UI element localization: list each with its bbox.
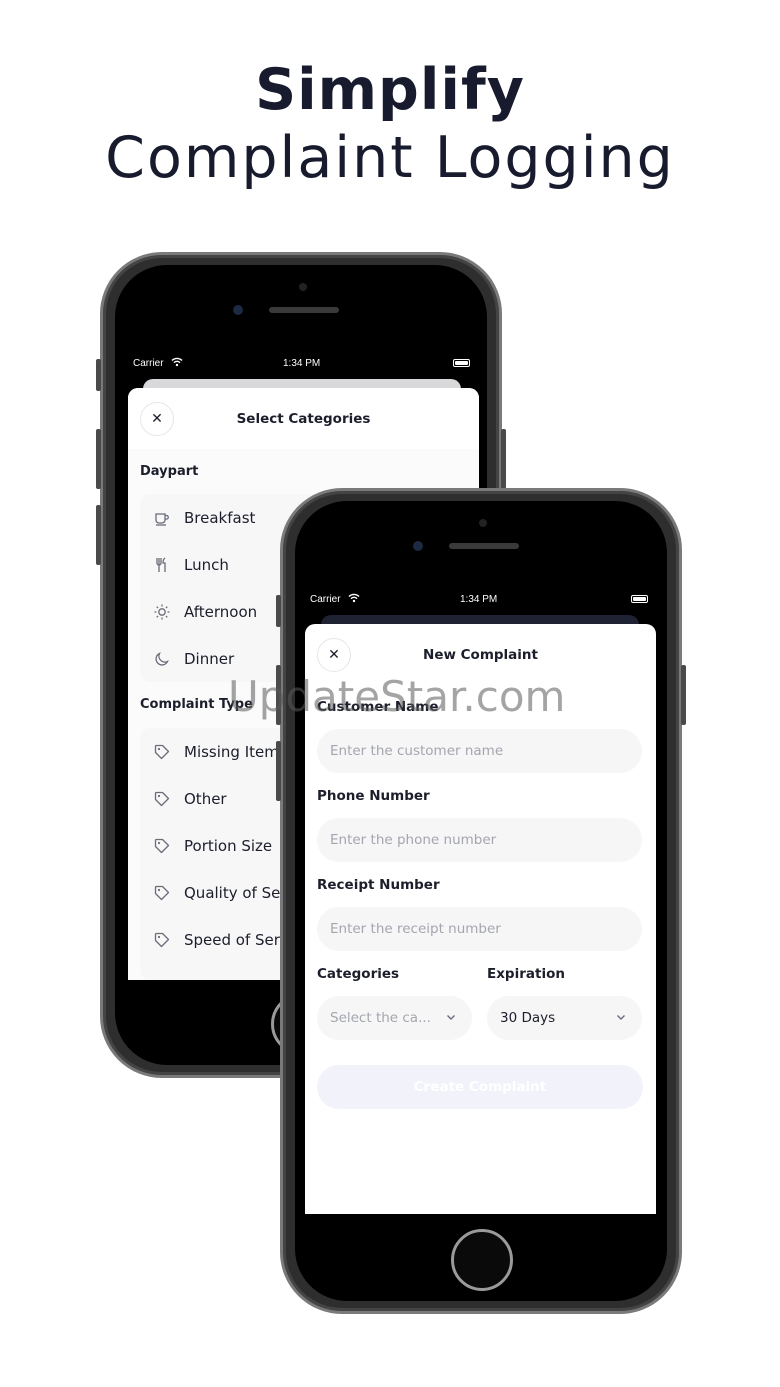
expiration-label: Expiration: [487, 966, 565, 982]
chevron-down-icon: [617, 1015, 625, 1020]
sun-icon: [152, 602, 172, 622]
status-time: 1:34 PM: [283, 358, 321, 369]
status-carrier: Carrier: [133, 358, 164, 369]
proximity-sensor: [233, 305, 243, 315]
proximity-sensor: [413, 541, 423, 551]
complaint-type-label-text: Other: [184, 789, 227, 808]
daypart-item-lunch[interactable]: Lunch: [140, 541, 229, 588]
front-phone-bezel: Carrier 1:34 PM ✕ New Complaint Customer…: [295, 501, 667, 1301]
daypart-item-dinner[interactable]: Dinner: [140, 635, 234, 682]
phone-number-input[interactable]: [317, 818, 642, 862]
volume-down-button: [96, 505, 101, 565]
front-phone: Carrier 1:34 PM ✕ New Complaint Customer…: [276, 488, 686, 1314]
mute-switch: [276, 595, 281, 627]
create-complaint-button[interactable]: Create Complaint: [317, 1065, 643, 1109]
headline: Simplify Complaint Logging: [0, 58, 780, 194]
status-carrier: Carrier: [310, 594, 341, 605]
headline-line-1: Simplify: [255, 57, 525, 123]
receipt-number-label: Receipt Number: [317, 877, 440, 893]
tag-icon: [152, 742, 172, 762]
chevron-down-icon: [447, 1015, 455, 1020]
complaint-type-label-text: Portion Size: [184, 836, 273, 855]
categories-select[interactable]: Select the ca...: [317, 996, 472, 1040]
complaint-type-label-text: Missing Item: [184, 742, 279, 761]
battery-icon: [631, 595, 648, 603]
front-camera: [479, 519, 487, 527]
earpiece: [269, 307, 339, 313]
customer-name-input[interactable]: [317, 729, 642, 773]
complaint-type-other[interactable]: Other: [140, 775, 227, 822]
phone-number-label: Phone Number: [317, 788, 430, 804]
daypart-item-label: Dinner: [184, 649, 235, 668]
daypart-item-label: Lunch: [184, 555, 229, 574]
headline-line-2: Complaint Logging: [105, 125, 675, 191]
power-button: [501, 429, 506, 489]
daypart-item-afternoon[interactable]: Afternoon: [140, 588, 257, 635]
moon-icon: [152, 649, 172, 669]
tag-icon: [152, 883, 172, 903]
tag-icon: [152, 836, 172, 856]
daypart-item-label: Afternoon: [184, 602, 258, 621]
daypart-label: Daypart: [140, 464, 199, 479]
wifi-icon: [171, 357, 183, 367]
battery-icon: [453, 359, 470, 367]
earpiece: [449, 543, 519, 549]
tag-icon: [152, 930, 172, 950]
tag-icon: [152, 789, 172, 809]
volume-down-button: [276, 741, 281, 801]
wifi-icon: [348, 593, 360, 603]
complaint-type-portion-size[interactable]: Portion Size: [140, 822, 272, 869]
sheet-title: New Complaint: [423, 647, 538, 663]
daypart-item-label: Breakfast: [184, 508, 256, 527]
coffee-cup-icon: [152, 508, 172, 528]
mute-switch: [96, 359, 101, 391]
volume-up-button: [96, 429, 101, 489]
categories-select-value: Select the ca...: [330, 1010, 431, 1026]
daypart-item-breakfast[interactable]: Breakfast: [140, 494, 255, 541]
complaint-type-missing-item[interactable]: Missing Item: [140, 728, 279, 775]
receipt-number-input[interactable]: [317, 907, 642, 951]
expiration-select-value: 30 Days: [500, 1010, 556, 1026]
status-time: 1:34 PM: [460, 594, 498, 605]
home-button[interactable]: [451, 1229, 513, 1291]
front-camera: [299, 283, 307, 291]
categories-label: Categories: [317, 966, 400, 982]
fork-knife-icon: [152, 555, 172, 575]
expiration-select[interactable]: 30 Days: [487, 996, 642, 1040]
sheet-title: Select Categories: [236, 411, 371, 427]
watermark: UpdateStar.com: [228, 672, 566, 721]
power-button: [681, 665, 686, 725]
